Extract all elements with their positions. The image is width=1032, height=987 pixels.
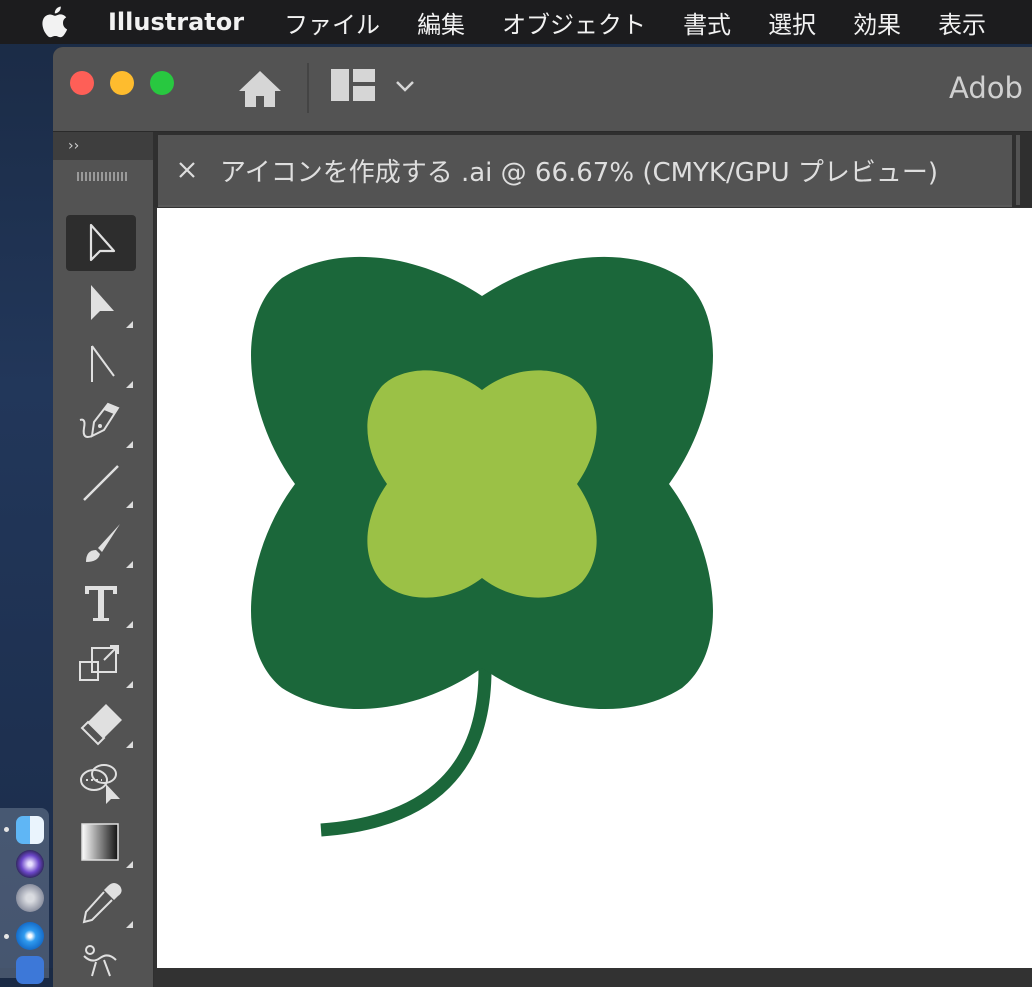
eraser-tool[interactable] <box>66 695 136 751</box>
paintbrush-icon <box>86 524 120 562</box>
clover-artwork <box>251 256 713 837</box>
selection-arrow-icon <box>89 223 116 262</box>
anchor-point-icon <box>91 345 115 382</box>
tools-panel: ›› <box>53 132 154 987</box>
tool-group-indicator <box>126 921 133 928</box>
menu-object[interactable]: オブジェクト <box>502 5 646 40</box>
zoom-window-button[interactable] <box>150 71 174 95</box>
finder-icon[interactable] <box>16 816 44 844</box>
direct-selection-arrow-icon <box>91 285 114 320</box>
menu-select[interactable]: 選択 <box>768 5 816 40</box>
apple-logo-icon[interactable] <box>40 6 70 38</box>
menu-edit[interactable]: 編集 <box>417 5 465 40</box>
tool-group-indicator <box>126 501 133 508</box>
tool-group-indicator <box>126 441 133 448</box>
pen-tool[interactable] <box>66 395 136 451</box>
menu-file[interactable]: ファイル <box>284 5 380 40</box>
direct-selection-tool[interactable] <box>66 275 136 331</box>
preview-icon[interactable] <box>16 956 44 984</box>
panel-grip-handle[interactable] <box>77 172 127 181</box>
menu-type[interactable]: 書式 <box>683 5 731 40</box>
tool-group-indicator <box>126 741 133 748</box>
siri-icon[interactable] <box>16 850 44 878</box>
artboard-canvas[interactable] <box>157 208 1032 968</box>
shape-builder-tool[interactable] <box>66 755 136 811</box>
safari-icon[interactable] <box>16 922 44 950</box>
window-title: Adob <box>949 71 1023 105</box>
gradient-icon <box>81 823 119 861</box>
tab-edge <box>1016 135 1020 205</box>
anchor-tool[interactable] <box>66 335 136 391</box>
tool-group-indicator <box>126 321 133 328</box>
toolbar-divider <box>307 63 309 113</box>
minimize-window-button[interactable] <box>110 71 134 95</box>
shape-builder-icon <box>80 764 120 804</box>
dock-running-indicator <box>4 827 9 832</box>
menu-effect[interactable]: 効果 <box>853 5 901 40</box>
collapse-chevrons-icon: ›› <box>68 138 80 154</box>
document-tab[interactable]: アイコンを作成する .ai @ 66.67% (CMYK/GPU プレビュー) <box>158 135 1012 207</box>
menu-view[interactable]: 表示 <box>938 5 986 40</box>
type-tool[interactable] <box>66 575 136 631</box>
title-bar: Adob <box>53 47 1032 132</box>
selection-tool[interactable] <box>66 215 136 271</box>
line-tool[interactable] <box>66 455 136 511</box>
scale-tool[interactable] <box>66 635 136 691</box>
tool-group-indicator <box>126 381 133 388</box>
type-t-icon <box>85 586 117 621</box>
puppet-warp-tool[interactable] <box>66 935 136 987</box>
dock <box>0 808 49 984</box>
app-name-menu[interactable]: Illustrator <box>108 8 244 36</box>
workspace-switcher-icon[interactable] <box>331 69 377 101</box>
tool-group-indicator <box>126 561 133 568</box>
home-icon[interactable] <box>236 67 284 111</box>
clover-inner-shape <box>367 370 597 598</box>
launchpad-icon[interactable] <box>16 884 44 912</box>
tool-group-indicator <box>126 621 133 628</box>
scale-icon <box>79 645 119 681</box>
puppet-warp-icon <box>83 945 117 977</box>
line-segment-icon <box>83 465 119 501</box>
tool-group-indicator <box>126 861 133 868</box>
panel-collapse-button[interactable]: ›› <box>53 132 153 160</box>
tool-group-indicator <box>126 681 133 688</box>
chevron-down-icon[interactable] <box>393 75 417 97</box>
eyedropper-icon <box>82 883 122 924</box>
pen-nib-icon <box>79 402 120 438</box>
menu-bar: Illustrator ファイル 編集 オブジェクト 書式 選択 効果 表示 <box>0 0 1032 44</box>
dock-running-indicator <box>4 934 9 939</box>
document-title: アイコンを作成する .ai @ 66.67% (CMYK/GPU プレビュー) <box>220 157 939 188</box>
gradient-tool[interactable] <box>66 815 136 871</box>
eraser-icon <box>80 704 122 746</box>
paintbrush-tool[interactable] <box>66 515 136 571</box>
close-icon[interactable] <box>176 159 198 181</box>
document-tab-bar: アイコンを作成する .ai @ 66.67% (CMYK/GPU プレビュー) <box>154 132 1032 207</box>
eyedropper-tool[interactable] <box>66 875 136 931</box>
close-window-button[interactable] <box>70 71 94 95</box>
